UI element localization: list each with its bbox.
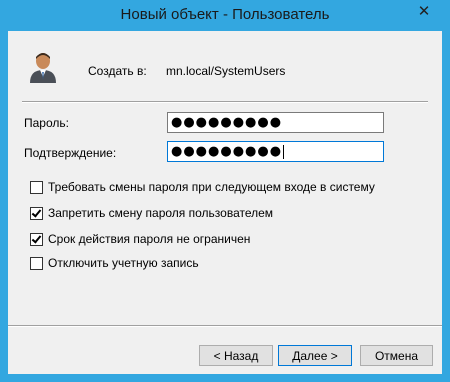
option-label: Требовать смены пароля при следующем вхо…	[48, 180, 375, 194]
window-title: Новый объект - Пользователь	[120, 6, 330, 23]
checkbox[interactable]	[30, 232, 43, 246]
close-icon: ✕	[417, 2, 431, 20]
close-button[interactable]: ✕	[403, 0, 445, 21]
confirm-password-label: Подтверждение:	[24, 146, 117, 160]
checkbox[interactable]	[30, 206, 43, 220]
title-bar[interactable]: Новый объект - Пользователь ✕	[0, 0, 450, 31]
option-label: Отключить учетную запись	[48, 256, 199, 270]
password-label: Пароль:	[24, 116, 69, 130]
back-button[interactable]: < Назад	[199, 345, 273, 366]
user-icon	[30, 53, 56, 83]
text-caret	[283, 144, 285, 159]
next-button[interactable]: Далее >	[278, 345, 352, 366]
checkbox[interactable]	[30, 180, 43, 194]
header-divider	[22, 101, 428, 103]
password-mask: ●●●●●●●●●	[171, 115, 283, 130]
checkbox[interactable]	[30, 256, 43, 270]
option-label: Срок действия пароля не ограничен	[48, 232, 251, 246]
cancel-button[interactable]: Отмена	[360, 345, 433, 366]
option-never-expires[interactable]: Срок действия пароля не ограничен	[30, 232, 250, 246]
option-require-change[interactable]: Требовать смены пароля при следующем вхо…	[30, 180, 375, 194]
footer-divider	[8, 325, 442, 327]
password-field[interactable]: ●●●●●●●●●	[167, 112, 384, 133]
header-area: Создать в: mn.local/SystemUsers	[8, 31, 442, 95]
confirm-password-field[interactable]: ●●●●●●●●●	[167, 141, 384, 162]
option-prevent-change[interactable]: Запретить смену пароля пользователем	[30, 206, 273, 220]
option-label: Запретить смену пароля пользователем	[48, 206, 274, 220]
confirm-password-mask: ●●●●●●●●●	[171, 144, 283, 159]
create-in-path: mn.local/SystemUsers	[166, 64, 286, 78]
dialog-window: Новый объект - Пользователь ✕ Создать в:…	[0, 0, 450, 382]
option-disable-account[interactable]: Отключить учетную запись	[30, 256, 199, 270]
create-in-label: Создать в:	[88, 64, 147, 78]
dialog-client-area: Создать в: mn.local/SystemUsers Пароль: …	[8, 31, 442, 374]
